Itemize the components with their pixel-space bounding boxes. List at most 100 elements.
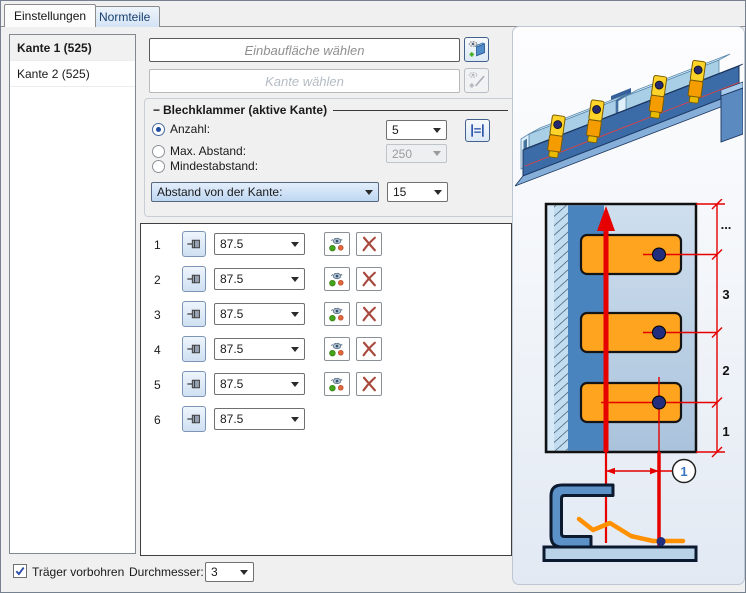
edge-select-icon-disabled <box>466 70 488 92</box>
mindestabstand-label: Mindestabstand: <box>170 159 258 173</box>
chevron-down-icon <box>434 190 442 195</box>
chevron-down-icon <box>291 382 299 387</box>
anzahl-label: Anzahl: <box>170 122 210 136</box>
delete-position-button[interactable] <box>356 302 382 326</box>
base-plate <box>544 547 696 561</box>
dim-label-2: 2 <box>722 363 729 378</box>
delete-x-icon <box>358 234 380 254</box>
clamp-side-profile <box>579 519 683 541</box>
pin-position-button[interactable] <box>182 266 206 292</box>
position-value-combo[interactable]: 87.5 <box>214 373 305 395</box>
chevron-down-icon <box>291 242 299 247</box>
equal-spacing-icon <box>467 121 488 140</box>
position-value-combo[interactable]: 87.5 <box>214 338 305 360</box>
delete-x-icon <box>358 339 380 359</box>
row-index: 4 <box>154 343 161 357</box>
delete-x-icon <box>358 304 380 324</box>
surface-picker-input[interactable] <box>149 38 460 62</box>
edge-picker-input <box>149 69 460 93</box>
chevron-down-icon <box>433 151 441 156</box>
chevron-down-icon <box>291 417 299 422</box>
radio-row-max-abstand[interactable]: Max. Abstand: <box>152 144 246 158</box>
reference-point-icon <box>326 374 348 394</box>
row-index: 3 <box>154 308 161 322</box>
predrill-checkbox[interactable] <box>13 564 27 578</box>
tab-normteile[interactable]: Normteile <box>89 6 160 27</box>
tab-einstellungen[interactable]: Einstellungen <box>4 4 96 27</box>
balloon-label: 1 <box>680 464 687 479</box>
clamp-settings-dialog: Einstellungen Normteile Kante 1 (525) Ka… <box>0 0 746 593</box>
assembly-3d-preview <box>515 32 743 190</box>
dim-label-1: 1 <box>722 424 729 439</box>
pin-position-button[interactable] <box>182 336 206 362</box>
position-row: 187.5 <box>141 230 511 260</box>
diameter-label: Durchmesser: <box>129 565 204 579</box>
position-value-combo[interactable]: 87.5 <box>214 408 305 430</box>
pick-reference-button[interactable] <box>324 302 350 326</box>
reference-point-icon <box>326 269 348 289</box>
position-row: 487.5 <box>141 335 511 365</box>
equal-spacing-button[interactable] <box>465 119 490 142</box>
delete-position-button[interactable] <box>356 337 382 361</box>
row-index: 5 <box>154 378 161 392</box>
radio-row-anzahl[interactable]: Anzahl: <box>152 122 210 136</box>
pin-position-button[interactable] <box>182 231 206 257</box>
clamp-groupbox: − Blechklammer (aktive Kante) Anzahl: 5 … <box>144 98 516 217</box>
max-abstand-radio[interactable] <box>152 145 165 158</box>
edge-pick-button <box>464 68 489 93</box>
mindestabstand-radio[interactable] <box>152 160 165 173</box>
pin-position-button[interactable] <box>182 406 206 432</box>
position-row: 387.5 <box>141 300 511 330</box>
pin-position-button[interactable] <box>182 371 206 397</box>
pin-icon <box>184 373 204 395</box>
preview-panel: 1 ... 3 2 1 <box>512 26 745 585</box>
position-row: 587.5 <box>141 370 511 400</box>
chevron-down-icon <box>291 347 299 352</box>
pick-reference-button[interactable] <box>324 372 350 396</box>
delete-x-icon <box>358 374 380 394</box>
face-select-icon <box>466 39 488 61</box>
pin-icon <box>184 408 204 430</box>
position-value-combo[interactable]: 87.5 <box>214 303 305 325</box>
delete-position-button[interactable] <box>356 232 382 256</box>
pick-reference-button[interactable] <box>324 232 350 256</box>
position-value-combo[interactable]: 87.5 <box>214 268 305 290</box>
edge-distance-value-combo[interactable]: 15 <box>387 182 448 202</box>
dim-label-3: 3 <box>722 287 729 302</box>
max-distance-combo: 250 <box>386 144 447 163</box>
bolt-dot <box>657 537 666 546</box>
reference-point-icon <box>326 234 348 254</box>
groupbox-title-text: Blechklammer (aktive Kante) <box>163 103 327 117</box>
position-value-combo[interactable]: 87.5 <box>214 233 305 255</box>
chevron-down-icon <box>433 128 441 133</box>
row-index: 2 <box>154 273 161 287</box>
pin-icon <box>184 233 204 255</box>
distance-mode-combo[interactable]: Abstand von der Kante: <box>151 182 379 202</box>
chevron-down-icon <box>240 570 248 575</box>
row-index: 1 <box>154 238 161 252</box>
chevron-down-icon <box>365 190 373 195</box>
clamp-dimension-diagram: 1 ... 3 2 1 <box>531 199 736 574</box>
row-index: 6 <box>154 413 161 427</box>
radio-row-mindestabstand[interactable]: Mindestabstand: <box>152 159 258 173</box>
dim-label-more: ... <box>721 217 732 232</box>
edge-list-item-kante1[interactable]: Kante 1 (525) <box>10 35 135 61</box>
pin-position-button[interactable] <box>182 301 206 327</box>
delete-position-button[interactable] <box>356 267 382 291</box>
predrill-label: Träger vorbohren <box>32 565 124 579</box>
count-combo[interactable]: 5 <box>386 120 447 140</box>
diameter-combo[interactable]: 3 <box>205 562 254 582</box>
collapse-toggle[interactable]: − <box>153 103 160 117</box>
check-icon <box>14 565 26 577</box>
anzahl-radio[interactable] <box>152 123 165 136</box>
pick-reference-button[interactable] <box>324 267 350 291</box>
surface-pick-button[interactable] <box>464 37 489 62</box>
reference-point-icon <box>326 304 348 324</box>
groupbox-title-rule <box>333 110 508 111</box>
pin-icon <box>184 268 204 290</box>
chevron-down-icon <box>291 277 299 282</box>
chevron-down-icon <box>291 312 299 317</box>
edge-list-item-kante2[interactable]: Kante 2 (525) <box>10 61 135 87</box>
pick-reference-button[interactable] <box>324 337 350 361</box>
delete-position-button[interactable] <box>356 372 382 396</box>
